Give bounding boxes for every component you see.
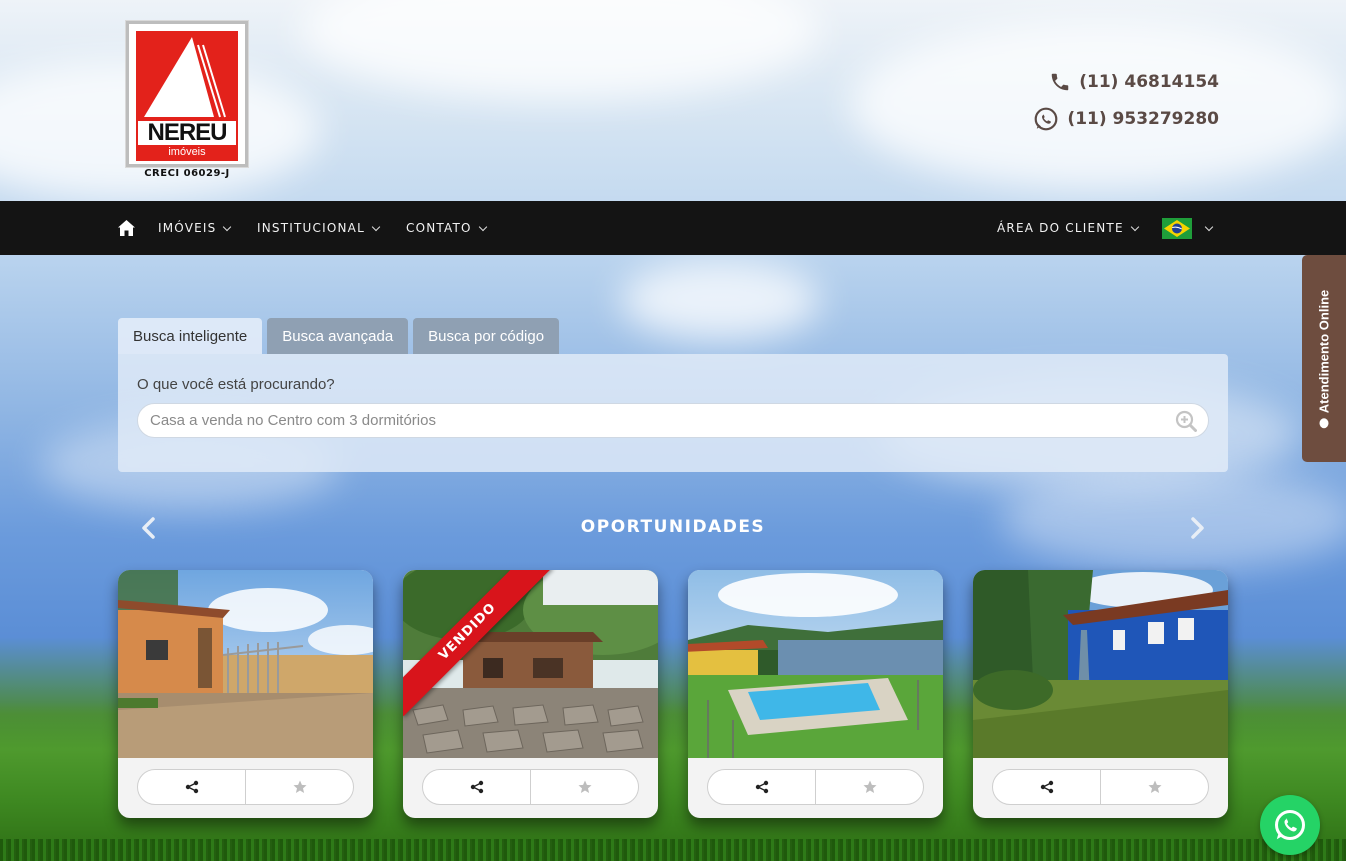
online-support-tab[interactable]: Atendimento Online [1302,255,1346,462]
star-icon [863,780,876,793]
property-card[interactable] [973,570,1228,818]
nav-client-area[interactable]: ÁREA DO CLIENTE [997,201,1139,255]
sold-ribbon: VENDIDO [403,570,553,717]
share-button[interactable] [708,770,815,804]
chevron-down-icon [1130,222,1139,231]
building-logo-mark [144,37,230,118]
card-actions [707,769,924,805]
property-card[interactable] [118,570,373,818]
whatsapp-icon [1035,107,1058,131]
phone-landline-number: (11) 46814154 [1079,72,1219,92]
phone-whatsapp-number: (11) 953279280 [1067,109,1219,129]
nav-institucional[interactable]: INSTITUCIONAL [257,201,381,255]
search-input[interactable] [137,403,1209,438]
share-icon [185,780,198,794]
site-header: NEREU imóveis CRECI 06029-J (11) 4681415… [0,0,1346,201]
nav-imoveis[interactable]: IMÓVEIS [158,201,232,255]
creci-number: CRECI 06029-J [144,168,230,179]
online-support-label: Atendimento Online [1316,289,1332,413]
share-button[interactable] [138,770,245,804]
whatsapp-icon [1275,810,1305,840]
company-logo[interactable]: NEREU imóveis [126,21,248,167]
chevron-down-icon [371,222,381,231]
share-icon [470,780,483,794]
property-card[interactable]: VENDIDO [403,570,658,818]
card-actions [137,769,354,805]
nav-client-area-label: ÁREA DO CLIENTE [997,221,1124,235]
favorite-button[interactable] [530,770,638,804]
main-navbar: IMÓVEIS INSTITUCIONAL CONTATO ÁREA DO CL… [0,201,1346,255]
home-icon[interactable] [118,220,135,236]
tab-busca-avancada[interactable]: Busca avançada [267,318,409,354]
search-panel: O que você está procurando? [118,354,1228,472]
brazil-flag-icon [1162,217,1192,239]
language-selector[interactable] [1162,201,1214,255]
favorite-button[interactable] [245,770,353,804]
property-card[interactable] [688,570,943,818]
property-carousel: VENDIDO [118,570,1228,818]
favorite-button[interactable] [1100,770,1208,804]
favorite-button[interactable] [815,770,923,804]
card-actions [422,769,639,805]
phone-list: (11) 46814154 (11) 953279280 [1033,68,1219,142]
nav-institucional-label: INSTITUCIONAL [257,221,365,235]
carousel-next-icon[interactable] [1186,514,1208,542]
chevron-down-icon [223,222,232,231]
chevron-down-icon [478,222,487,231]
card-actions [992,769,1209,805]
phone-icon [1052,73,1069,91]
property-photo[interactable] [118,570,373,758]
search-tabs: Busca inteligente Busca avançada Busca p… [118,318,560,354]
tab-busca-codigo[interactable]: Busca por código [413,318,560,354]
phone-whatsapp[interactable]: (11) 953279280 [1033,105,1219,133]
share-icon [1040,780,1053,794]
nav-imoveis-label: IMÓVEIS [158,221,217,235]
nav-contato[interactable]: CONTATO [406,201,487,255]
opportunities-title: OPORTUNIDADES [580,517,766,537]
chat-bubble-icon [1319,417,1329,428]
star-icon [578,780,591,793]
phone-landline[interactable]: (11) 46814154 [1033,68,1219,96]
logo-sub-text: imóveis [168,146,206,158]
tab-busca-inteligente[interactable]: Busca inteligente [118,318,263,354]
nav-contato-label: CONTATO [406,221,472,235]
star-icon [293,780,306,793]
chevron-down-icon [1204,222,1214,231]
property-photo[interactable] [973,570,1228,758]
logo-brand-text: NEREU [138,121,236,145]
zoom-in-icon[interactable] [1175,410,1197,432]
star-icon [1148,780,1161,793]
share-button[interactable] [423,770,530,804]
search-question: O que você está procurando? [137,376,335,393]
share-icon [755,780,768,794]
share-button[interactable] [993,770,1100,804]
property-photo[interactable] [688,570,943,758]
whatsapp-float-button[interactable] [1260,795,1320,855]
